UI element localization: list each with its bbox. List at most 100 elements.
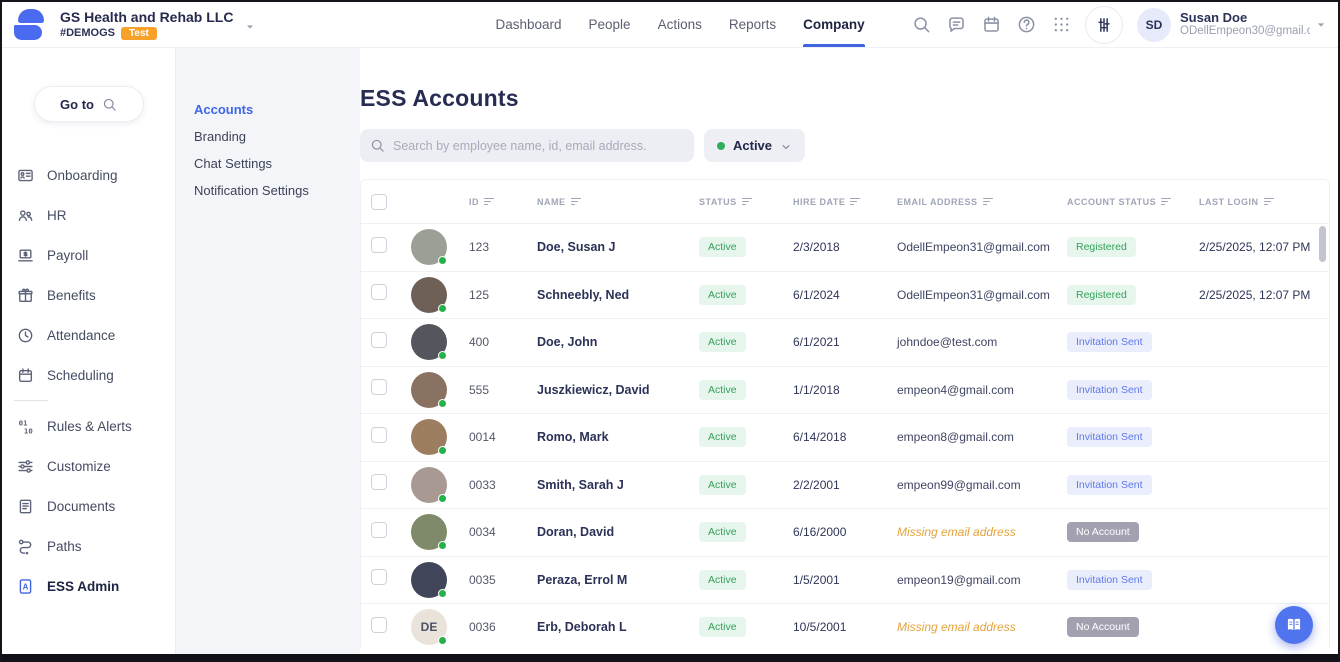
account-status-badge: No Account: [1067, 617, 1139, 637]
apps-grid-icon[interactable]: [1052, 15, 1071, 34]
sidebar-item-hr[interactable]: HR: [2, 195, 175, 235]
sidebar-item-rules-alerts[interactable]: 0110 Rules & Alerts: [2, 406, 175, 446]
avatar: [411, 467, 447, 503]
employee-search[interactable]: [360, 129, 694, 162]
row-checkbox[interactable]: [371, 332, 387, 348]
caret-down-icon[interactable]: [1314, 18, 1328, 32]
sidebar-item-customize[interactable]: Customize: [2, 446, 175, 486]
column-header[interactable]: LAST LOGIN: [1199, 196, 1329, 207]
sidebar-item-onboarding[interactable]: Onboarding: [2, 155, 175, 195]
row-checkbox[interactable]: [371, 617, 387, 633]
nav-item-reports[interactable]: Reports: [729, 2, 776, 47]
sidebar-item-scheduling[interactable]: Scheduling: [2, 355, 175, 395]
chat-icon[interactable]: [947, 15, 966, 34]
subnav-item-accounts[interactable]: Accounts: [194, 102, 360, 117]
active-nav-underline: [803, 44, 865, 47]
table-row: 0034 Doran, David Active 6/16/2000 Missi…: [361, 509, 1329, 557]
presence-dot: [438, 636, 447, 645]
row-checkbox[interactable]: [371, 474, 387, 490]
column-header[interactable]: NAME: [537, 196, 699, 207]
employee-id: 0036: [469, 620, 537, 634]
employee-id: 0035: [469, 573, 537, 587]
employee-name[interactable]: Doe, Susan J: [537, 240, 699, 254]
avatar: [411, 229, 447, 265]
people-icon: [17, 207, 34, 224]
filter-icon[interactable]: [571, 196, 581, 207]
sidebar-item-paths[interactable]: Paths: [2, 526, 175, 566]
subnav-item-chat-settings[interactable]: Chat Settings: [194, 156, 360, 171]
sidebar-item-documents[interactable]: Documents: [2, 486, 175, 526]
filter-icon[interactable]: [484, 196, 494, 207]
row-checkbox[interactable]: [371, 379, 387, 395]
status-badge: Active: [699, 427, 746, 447]
presence-dot: [438, 541, 447, 550]
go-to-button[interactable]: Go to: [34, 86, 144, 122]
user-block[interactable]: Susan Doe ODellEmpeon30@gmail.cc: [1180, 10, 1310, 39]
subnav-item-notification-settings[interactable]: Notification Settings: [194, 183, 360, 198]
row-checkbox[interactable]: [371, 427, 387, 443]
collapse-sidebar-icon[interactable]: [145, 56, 162, 73]
employee-name[interactable]: Erb, Deborah L: [537, 620, 699, 634]
employee-name[interactable]: Doe, John: [537, 335, 699, 349]
sidebar-item-benefits[interactable]: Benefits: [2, 275, 175, 315]
page-title: ESS Accounts: [360, 85, 1330, 112]
status-badge: Active: [699, 332, 746, 352]
test-badge: Test: [121, 27, 157, 41]
employee-name[interactable]: Juszkiewicz, David: [537, 383, 699, 397]
tune-button[interactable]: [1085, 6, 1123, 44]
user-avatar[interactable]: SD: [1137, 8, 1171, 42]
column-header[interactable]: EMAIL ADDRESS: [897, 196, 1067, 207]
select-all-checkbox[interactable]: [371, 194, 387, 210]
employee-name[interactable]: Peraza, Errol M: [537, 573, 699, 587]
filter-icon[interactable]: [983, 196, 993, 207]
row-checkbox[interactable]: [371, 569, 387, 585]
nav-item-company[interactable]: Company: [803, 2, 865, 47]
account-status-badge: Invitation Sent: [1067, 570, 1152, 590]
employee-name[interactable]: Doran, David: [537, 525, 699, 539]
sidebar-item-attendance[interactable]: Attendance: [2, 315, 175, 355]
status-filter-dropdown[interactable]: Active: [704, 129, 805, 162]
column-header[interactable]: STATUS: [699, 196, 793, 207]
employee-name[interactable]: Schneebly, Ned: [537, 288, 699, 302]
avatar: [411, 514, 447, 550]
search-icon[interactable]: [912, 15, 931, 34]
filter-icon[interactable]: [850, 196, 860, 207]
status-badge: Active: [699, 475, 746, 495]
guide-fab-button[interactable]: [1275, 606, 1313, 644]
filter-icon[interactable]: [1161, 196, 1171, 207]
subnav-item-branding[interactable]: Branding: [194, 129, 360, 144]
status-badge: Active: [699, 617, 746, 637]
search-input[interactable]: [393, 139, 684, 153]
tune-icon: [1095, 16, 1113, 34]
caret-down-icon[interactable]: [243, 20, 257, 34]
hire-date: 6/14/2018: [793, 430, 897, 444]
employee-name[interactable]: Smith, Sarah J: [537, 478, 699, 492]
empeon-logo[interactable]: [12, 8, 46, 42]
nav-item-people[interactable]: People: [589, 2, 631, 47]
table-scrollbar-thumb[interactable]: [1319, 226, 1326, 262]
header-right: SD Susan Doe ODellEmpeon30@gmail.cc: [912, 6, 1338, 44]
email-address: empeon4@gmail.com: [897, 383, 1067, 397]
sidebar-item-payroll[interactable]: Payroll: [2, 235, 175, 275]
ess-accounts-table: ID NAME STATUS HIRE DATE EMAIL A: [360, 179, 1330, 647]
filter-icon[interactable]: [1264, 196, 1274, 207]
user-name: Susan Doe: [1180, 10, 1310, 26]
employee-name[interactable]: Romo, Mark: [537, 430, 699, 444]
sliders-icon: [17, 458, 34, 475]
avatar: [411, 562, 447, 598]
table-row: 125 Schneebly, Ned Active 6/1/2024 Odell…: [361, 272, 1329, 320]
nav-item-dashboard[interactable]: Dashboard: [495, 2, 561, 47]
sidebar-item-ess-admin[interactable]: A ESS Admin: [2, 566, 175, 606]
email-address: OdellEmpeon31@gmail.com: [897, 288, 1067, 302]
nav-item-actions[interactable]: Actions: [658, 2, 702, 47]
column-header[interactable]: ACCOUNT STATUS: [1067, 196, 1199, 207]
filter-icon[interactable]: [742, 196, 752, 207]
row-checkbox[interactable]: [371, 522, 387, 538]
row-checkbox[interactable]: [371, 237, 387, 253]
presence-dot: [438, 446, 447, 455]
help-icon[interactable]: [1017, 15, 1036, 34]
calendar-icon[interactable]: [982, 15, 1001, 34]
column-header[interactable]: HIRE DATE: [793, 196, 897, 207]
column-header[interactable]: ID: [469, 196, 537, 207]
row-checkbox[interactable]: [371, 284, 387, 300]
